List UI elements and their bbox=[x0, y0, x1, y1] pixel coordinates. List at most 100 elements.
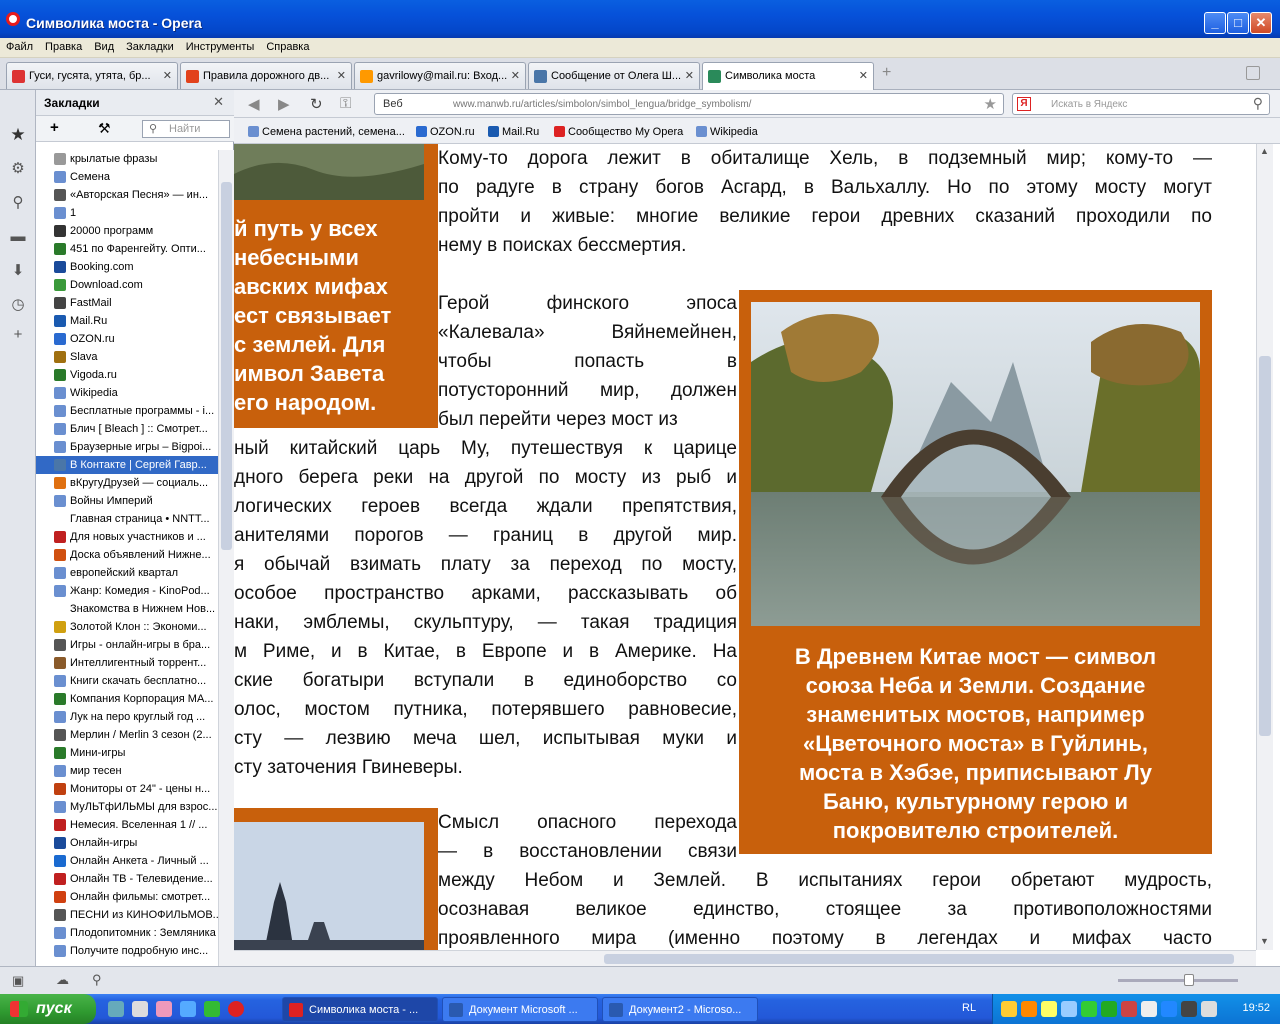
maximize-button[interactable]: □ bbox=[1227, 12, 1249, 34]
tray-icon[interactable] bbox=[1181, 1001, 1197, 1017]
scroll-down-icon[interactable]: ▼ bbox=[1260, 936, 1269, 946]
panel-toggle-icon[interactable]: ▣ bbox=[12, 973, 24, 989]
bookmark-item[interactable]: 1 bbox=[36, 204, 218, 222]
bookmark-bar-item[interactable]: Mail.Ru bbox=[488, 126, 539, 138]
minimize-button[interactable]: _ bbox=[1204, 12, 1226, 34]
close-button[interactable]: ✕ bbox=[1250, 12, 1272, 34]
downloads-icon[interactable]: ⬇ bbox=[9, 262, 27, 280]
bookmark-item[interactable]: Семена bbox=[36, 168, 218, 186]
tab-2[interactable]: Правила дорожного дв... ✕ bbox=[180, 62, 352, 89]
bookmark-item[interactable]: Для новых участников и ... bbox=[36, 528, 218, 546]
bookmark-item[interactable]: мир тесен bbox=[36, 762, 218, 780]
bookmark-item[interactable]: вКругуДрузей — социаль... bbox=[36, 474, 218, 492]
bookmark-item[interactable]: Онлайн ТВ - Телевидение... bbox=[36, 870, 218, 888]
scroll-thumb[interactable] bbox=[221, 182, 232, 550]
bookmark-item[interactable]: Плодопитомник : Земляника bbox=[36, 924, 218, 942]
bookmark-bar-item[interactable]: Сообщество My Opera bbox=[554, 126, 683, 138]
bookmark-item[interactable]: Блич [ Bleach ] :: Смотрет... bbox=[36, 420, 218, 438]
scroll-thumb[interactable] bbox=[1259, 356, 1271, 736]
title-bar[interactable]: Символика моста - Opera _ □ ✕ bbox=[0, 0, 1280, 38]
trash-icon[interactable] bbox=[1246, 66, 1260, 80]
zoom-slider-track[interactable] bbox=[1118, 979, 1238, 982]
history-clock-icon[interactable]: ◷ bbox=[9, 296, 27, 314]
tray-icon[interactable] bbox=[1081, 1001, 1097, 1017]
bookmark-item[interactable]: Лук на перо круглый год ... bbox=[36, 708, 218, 726]
address-field[interactable]: Веб www.manwb.ru/articles/simbolon/simbo… bbox=[374, 93, 1004, 115]
panel-scrollbar[interactable] bbox=[218, 150, 234, 966]
bookmark-item[interactable]: «Авторская Песня» — ин... bbox=[36, 186, 218, 204]
gear-icon[interactable]: ⚙ bbox=[9, 160, 27, 178]
quicklaunch-icon[interactable] bbox=[204, 1001, 220, 1017]
tray-icon[interactable] bbox=[1121, 1001, 1137, 1017]
bookmark-item[interactable]: Интеллигентный торрент... bbox=[36, 654, 218, 672]
quicklaunch-icon[interactable] bbox=[156, 1001, 172, 1017]
opera-icon[interactable] bbox=[228, 1001, 244, 1017]
yandex-search-input[interactable]: Я Искать в Яндекс ⚲ bbox=[1012, 93, 1270, 115]
bookmark-item[interactable]: Vigoda.ru bbox=[36, 366, 218, 384]
scroll-thumb[interactable] bbox=[604, 954, 1234, 964]
page-horizontal-scrollbar[interactable] bbox=[234, 950, 1256, 966]
tab-close-icon[interactable]: ✕ bbox=[685, 69, 694, 82]
back-icon[interactable]: ◀ bbox=[248, 95, 260, 113]
bookmark-item[interactable]: Mail.Ru bbox=[36, 312, 218, 330]
bookmark-item[interactable]: Пункт Новой Мо... bbox=[36, 960, 218, 962]
bookmark-item[interactable]: Доска объявлений Нижне... bbox=[36, 546, 218, 564]
bookmark-item[interactable]: Немесия. Вселенная 1 // ... bbox=[36, 816, 218, 834]
bookmark-item[interactable]: Знакомства в Нижнем Нов... bbox=[36, 600, 218, 618]
zoom-slider-handle[interactable] bbox=[1184, 974, 1194, 986]
bookmark-item[interactable]: FastMail bbox=[36, 294, 218, 312]
cloud-icon[interactable]: ☁ bbox=[56, 972, 69, 988]
bookmark-item[interactable]: крылатые фразы bbox=[36, 150, 218, 168]
bookmark-item[interactable]: Золотой Клон :: Экономи... bbox=[36, 618, 218, 636]
bookmark-item[interactable]: Wikipedia bbox=[36, 384, 218, 402]
menu-bookmarks[interactable]: Закладки bbox=[120, 38, 180, 53]
tab-close-icon[interactable]: ✕ bbox=[511, 69, 520, 82]
key-icon[interactable]: ⚿ bbox=[340, 95, 351, 112]
search-icon[interactable]: ⚲ bbox=[1253, 95, 1263, 112]
bookmark-item[interactable]: Книги скачать бесплатно... bbox=[36, 672, 218, 690]
page-vertical-scrollbar[interactable]: ▲ ▼ bbox=[1256, 144, 1273, 950]
menu-tools[interactable]: Инструменты bbox=[180, 38, 261, 53]
new-tab-icon[interactable]: + bbox=[882, 64, 891, 82]
tray-icon[interactable] bbox=[1141, 1001, 1157, 1017]
bookmark-item[interactable]: Мониторы от 24" - цены н... bbox=[36, 780, 218, 798]
taskbar-item-word-2[interactable]: Документ2 - Microso... bbox=[602, 997, 758, 1022]
bookmark-item[interactable]: Мерлин / Merlin 3 сезон (2... bbox=[36, 726, 218, 744]
notes-icon[interactable]: ▬ bbox=[9, 228, 27, 246]
bookmark-item[interactable]: Бесплатные программы - i... bbox=[36, 402, 218, 420]
tab-close-icon[interactable]: ✕ bbox=[337, 69, 346, 82]
menu-help[interactable]: Справка bbox=[260, 38, 315, 53]
bookmark-item[interactable]: Главная страница • NNTT... bbox=[36, 510, 218, 528]
bookmark-item[interactable]: Игры - онлайн-игры в бра... bbox=[36, 636, 218, 654]
unite-icon[interactable]: ⚲ bbox=[92, 972, 102, 988]
bookmark-search-input[interactable]: ⚲ Найти bbox=[142, 120, 230, 138]
tray-icon[interactable] bbox=[1041, 1001, 1057, 1017]
language-indicator[interactable]: RL bbox=[962, 1002, 976, 1014]
bookmark-item[interactable]: Slava bbox=[36, 348, 218, 366]
tab-close-icon[interactable]: ✕ bbox=[163, 69, 172, 82]
bookmarks-star-icon[interactable]: ★ bbox=[9, 126, 27, 144]
volume-icon[interactable] bbox=[1201, 1001, 1217, 1017]
quicklaunch-icon[interactable] bbox=[132, 1001, 148, 1017]
tab-1[interactable]: Гуси, гусята, утята, бр... ✕ bbox=[6, 62, 178, 89]
bookmark-item[interactable]: Онлайн-игры bbox=[36, 834, 218, 852]
menu-file[interactable]: Файл bbox=[0, 38, 39, 53]
bookmark-item[interactable]: OZON.ru bbox=[36, 330, 218, 348]
bookmark-item[interactable]: ПЕСНИ из КИНОФИЛЬМОВ... bbox=[36, 906, 218, 924]
bookmark-item[interactable]: Download.com bbox=[36, 276, 218, 294]
bookmark-item[interactable]: Онлайн Анкета - Личный ... bbox=[36, 852, 218, 870]
reload-icon[interactable]: ↻ bbox=[310, 95, 323, 113]
add-panel-icon[interactable]: + bbox=[9, 326, 27, 344]
bookmark-item[interactable]: Компания Корпорация МА... bbox=[36, 690, 218, 708]
bookmark-bar-item[interactable]: OZON.ru bbox=[416, 126, 475, 138]
tab-4[interactable]: Сообщение от Олега Ш... ✕ bbox=[528, 62, 700, 89]
share-icon[interactable]: ⚲ bbox=[9, 194, 27, 212]
taskbar-item-opera[interactable]: Символика моста - ... bbox=[282, 997, 438, 1022]
bookmark-item[interactable]: Получите подробную инс... bbox=[36, 942, 218, 960]
add-bookmark-icon[interactable]: + bbox=[50, 119, 59, 136]
bookmark-item[interactable]: Войны Империй bbox=[36, 492, 218, 510]
bookmark-item[interactable]: 20000 программ bbox=[36, 222, 218, 240]
bookmark-item[interactable]: МуЛЬТфИЛЬМЫ для взрос... bbox=[36, 798, 218, 816]
wrench-icon[interactable]: ⚒ bbox=[98, 120, 111, 137]
taskbar-item-word-1[interactable]: Документ Microsoft ... bbox=[442, 997, 598, 1022]
